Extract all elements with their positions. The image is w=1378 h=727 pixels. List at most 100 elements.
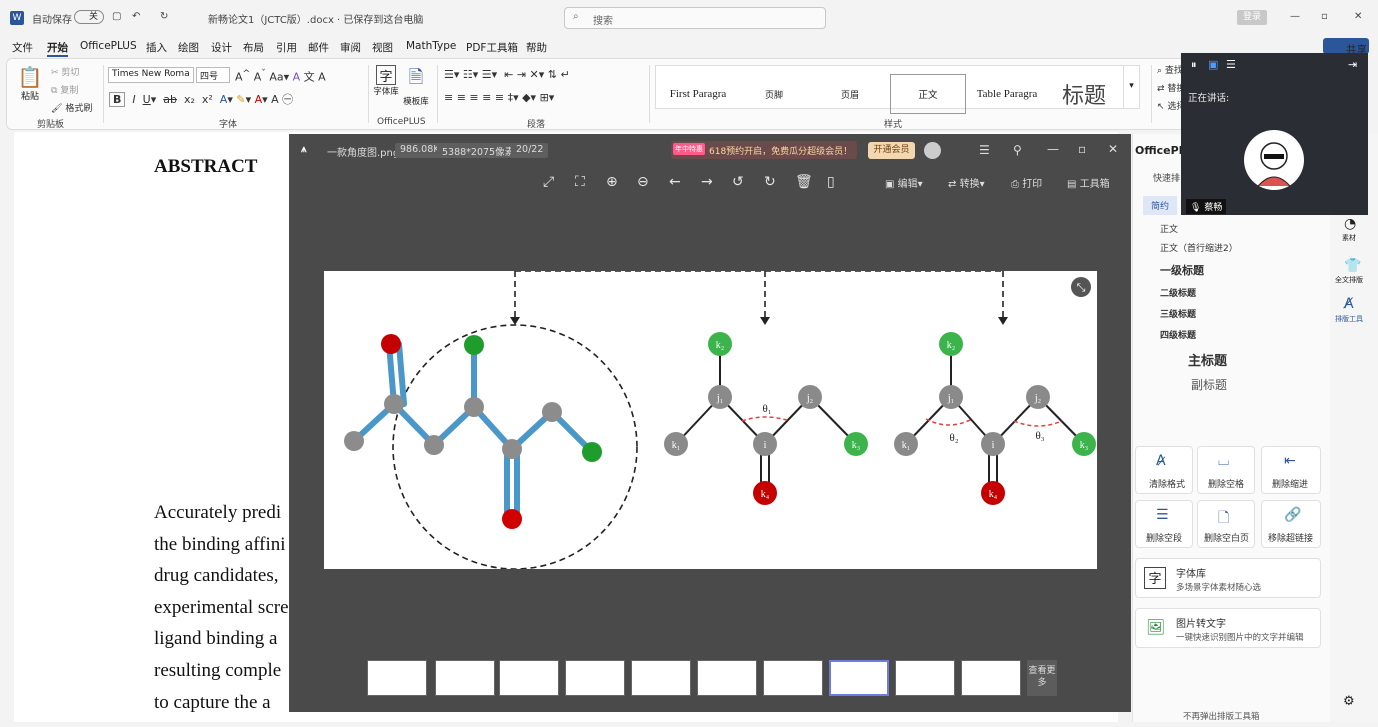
style-header[interactable]: 页眉 — [812, 74, 888, 114]
style-first-paragraph[interactable]: First Paragra — [660, 74, 736, 114]
paste-button[interactable]: 📋 粘贴 — [15, 65, 45, 109]
style-title[interactable]: 标题 — [1048, 74, 1120, 114]
material-icon[interactable]: ◔ — [1344, 216, 1356, 232]
meeting-video-panel[interactable]: ⏸ ▣ ☰ ⇥ 正在讲话: 🎙 蔡畅 — [1181, 53, 1368, 215]
toolbox-button[interactable]: ▤ 工具箱 — [1067, 175, 1110, 190]
menu-insert[interactable]: 插入 — [146, 40, 167, 55]
autosave-toggle[interactable]: 关 — [74, 10, 104, 24]
menu-layout[interactable]: 布局 — [243, 40, 264, 55]
font-lib-button[interactable]: 字 字体库 — [373, 65, 399, 97]
menu-mathtype[interactable]: MathType — [406, 40, 456, 52]
menu-view[interactable]: 视图 — [372, 40, 393, 55]
thumbnail[interactable] — [367, 660, 427, 696]
list-icons[interactable]: ☰▾ ☷▾ ☰▾ ⇤ ⇥ ✕▾ ⇅ ↵ — [444, 68, 570, 81]
copy-button[interactable]: ⧉ 复制 — [51, 83, 78, 96]
zoom-out-icon[interactable]: ⊖ — [637, 174, 649, 190]
maximize-icon[interactable]: ▫ — [1321, 11, 1328, 22]
font-library-card[interactable]: 字 字体库 多场景字体素材随心选 — [1135, 558, 1321, 598]
align-icons[interactable]: ≡ ≡ ≡ ≡ ≡ ‡▾ ◆▾ ⊞▾ — [444, 91, 554, 104]
thumbnail[interactable] — [895, 660, 955, 696]
thumbnail[interactable] — [961, 660, 1021, 696]
remove-empty-para-button[interactable]: 删除空段 ☰ — [1135, 500, 1193, 548]
more-button[interactable]: 查看更多 — [1027, 660, 1057, 696]
style-table-paragraph[interactable]: Table Paragra — [968, 74, 1046, 114]
grow-font-icon[interactable]: A^ Aˇ Aa▾ A 文 A — [235, 68, 326, 85]
style-item[interactable]: 副标题 — [1191, 376, 1227, 393]
menu-file[interactable]: 文件 — [12, 40, 33, 55]
menu-mailings[interactable]: 邮件 — [308, 40, 329, 55]
thumbnail[interactable] — [697, 660, 757, 696]
menu-design[interactable]: 设计 — [211, 40, 232, 55]
thumbnail[interactable] — [631, 660, 691, 696]
fit-icon[interactable]: ⛶ — [575, 174, 585, 190]
save-icon[interactable]: ▢ — [112, 11, 121, 22]
login-button[interactable]: 登录 — [1237, 10, 1267, 25]
rotate-left-icon[interactable]: ↺ — [732, 174, 744, 190]
promo-banner[interactable]: 年中特惠 618预约开启，免费瓜分超级会员！ — [671, 141, 857, 159]
settings-icon[interactable]: ⚙ — [1343, 694, 1355, 709]
menu-help[interactable]: 帮助 — [526, 40, 547, 55]
style-item[interactable]: 正文 — [1160, 222, 1178, 235]
thumbnail[interactable] — [565, 660, 625, 696]
style-item[interactable]: 四级标题 — [1160, 328, 1196, 341]
cut-button[interactable]: ✂ 剪切 — [51, 65, 79, 78]
menu-pdf[interactable]: PDF工具箱 — [466, 40, 518, 55]
style-footer[interactable]: 页脚 — [738, 74, 810, 114]
edit-button[interactable]: ▣ 编辑▾ — [885, 175, 923, 190]
share-button[interactable]: 共享 — [1323, 38, 1369, 56]
redo-icon[interactable]: ↻ — [160, 11, 168, 22]
template-lib-button[interactable]: 🗎 模板库 — [403, 65, 429, 107]
menu-review[interactable]: 审阅 — [340, 40, 361, 55]
minimize-icon[interactable]: — — [1290, 11, 1300, 22]
undo-icon[interactable]: ↶ — [132, 11, 140, 22]
rotate-right-icon[interactable]: ↻ — [764, 174, 776, 190]
font-size-select[interactable]: 四号 — [196, 67, 230, 83]
thumbnail[interactable] — [763, 660, 823, 696]
thumbnail[interactable] — [499, 660, 559, 696]
no-popup-link[interactable]: 不再弹出排版工具箱 — [1183, 710, 1260, 722]
menu-draw[interactable]: 绘图 — [178, 40, 199, 55]
style-normal[interactable]: 正文 — [890, 74, 966, 114]
menu-home[interactable]: 开始 — [47, 40, 68, 57]
image-canvas[interactable]: ⤡ k₂ j₁ j₂ k₁ i k₃ k₄ k₂ j₁ j₂ k₁ i k₃ k… — [324, 270, 1097, 570]
remove-indent-button[interactable]: 删除缩进 ⇤ — [1261, 446, 1321, 494]
window-icon[interactable]: ▣ — [1208, 58, 1218, 71]
viewer-maximize-icon[interactable]: ▫ — [1078, 142, 1086, 156]
delete-icon[interactable]: 🗑 — [795, 174, 813, 190]
close-icon[interactable]: ✕ — [1354, 11, 1362, 22]
style-item[interactable]: 二级标题 — [1160, 286, 1196, 299]
info-icon[interactable]: ▯ — [827, 174, 835, 190]
style-item[interactable]: 三级标题 — [1160, 307, 1196, 320]
thumbnail-active[interactable] — [829, 660, 889, 696]
remove-hyperlink-button[interactable]: 移除超链接 🔗 — [1261, 500, 1321, 548]
convert-button[interactable]: ⇄ 转换▾ — [948, 175, 985, 190]
find-button[interactable]: ⌕ 查找 — [1157, 63, 1183, 76]
list-icon[interactable]: ☰ — [1226, 58, 1236, 71]
remove-blank-page-button[interactable]: 删除空白页 🗋 — [1197, 500, 1255, 548]
viewer-close-icon[interactable]: ✕ — [1108, 142, 1118, 156]
clear-format-button[interactable]: 清除格式 A̷ — [1135, 446, 1193, 494]
collapse-icon[interactable]: ⇥ — [1348, 58, 1357, 71]
print-button[interactable]: ⎙ 打印 — [1011, 175, 1042, 190]
style-item[interactable]: 一级标题 — [1160, 262, 1204, 278]
remove-spaces-button[interactable]: 删除空格 ⌴ — [1197, 446, 1255, 494]
prev-icon[interactable]: ← — [669, 174, 681, 190]
format-painter-button[interactable]: 🖌 格式刷 — [51, 101, 92, 114]
font-format-icons[interactable]: B I U▾ ab x₂ x² A▾ ✎▾ A▾ A ㊀ — [109, 91, 293, 107]
image-to-text-card[interactable]: 🖼 图片转文字 一键快速识别图片中的文字并编辑 — [1135, 608, 1321, 648]
thumbnail[interactable] — [435, 660, 495, 696]
tab-simple[interactable]: 简约 — [1143, 196, 1178, 215]
menu-icon[interactable]: ☰ — [979, 143, 990, 157]
layout-icon[interactable]: 👕 — [1344, 258, 1361, 274]
viewer-minimize-icon[interactable]: — — [1047, 142, 1059, 156]
style-item[interactable]: 主标题 — [1188, 350, 1227, 369]
image-viewer-window[interactable]: ⩚ 一款角度图.png 986.08K 5388*2075像素 20/22 年中… — [289, 134, 1131, 712]
pin-icon[interactable]: ⚲ — [1013, 143, 1022, 157]
mic-icon[interactable]: ⏸ — [1191, 58, 1197, 72]
style-item[interactable]: 正文（首行缩进2） — [1160, 241, 1238, 254]
format-tool-icon[interactable]: A̸ — [1344, 296, 1354, 312]
menu-references[interactable]: 引用 — [276, 40, 297, 55]
vip-button[interactable]: 开通会员 — [868, 142, 915, 159]
menu-officeplus[interactable]: OfficePLUS — [80, 40, 137, 52]
next-icon[interactable]: → — [701, 174, 713, 190]
